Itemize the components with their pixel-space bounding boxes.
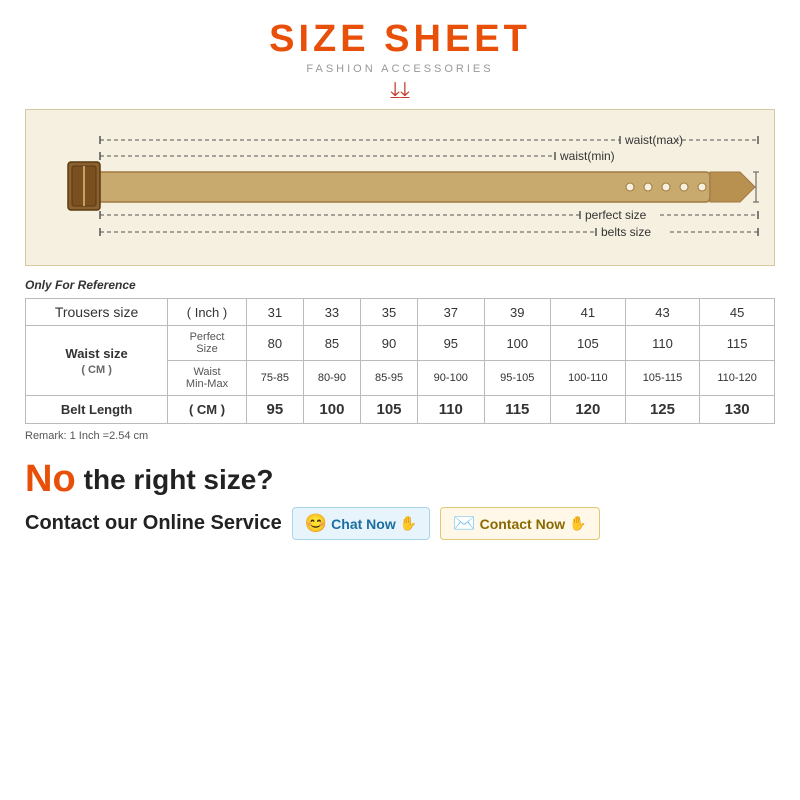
remark-text: Remark: 1 Inch =2.54 cm (25, 430, 775, 442)
chat-icon: 😊 (305, 513, 327, 534)
size-31: 31 (246, 299, 303, 326)
page-title: SIZE SHEET (269, 18, 531, 61)
belt-130: 130 (700, 396, 775, 424)
belt-110: 110 (418, 396, 484, 424)
chat-btn-label: Chat Now (331, 516, 396, 532)
perfect-100: 100 (484, 326, 550, 361)
trousers-header: Trousers size (26, 299, 168, 326)
minmax-100-110: 100-110 (551, 361, 626, 396)
perfect-85: 85 (303, 326, 360, 361)
inch-header: ( Inch ) (168, 299, 247, 326)
table-header-row: Trousers size ( Inch ) 31 33 35 37 39 41… (26, 299, 775, 326)
perfect-size-row: Waist size( CM ) PerfectSize 80 85 90 95… (26, 326, 775, 361)
no-text: No (25, 458, 76, 501)
hand-icon: ✋ (400, 515, 417, 532)
belt-115: 115 (484, 396, 550, 424)
size-table: Trousers size ( Inch ) 31 33 35 37 39 41… (25, 298, 775, 424)
contact-btn-label: Contact Now (480, 516, 566, 532)
size-35: 35 (360, 299, 417, 326)
page-subtitle: FASHION ACCESSORIES (306, 63, 493, 75)
perfect-label: PerfectSize (168, 326, 247, 361)
size-43: 43 (625, 299, 700, 326)
belt-diagram: waist(max) waist(min) perfect size belts… (25, 109, 775, 266)
minmax-95-105: 95-105 (484, 361, 550, 396)
minmax-105-115: 105-115 (625, 361, 700, 396)
size-41: 41 (551, 299, 626, 326)
email-icon: ✉️ (453, 513, 475, 534)
svg-text:belts size: belts size (601, 225, 651, 239)
contact-line: Contact our Online Service 😊 Chat Now ✋ … (25, 507, 600, 540)
minmax-85-95: 85-95 (360, 361, 417, 396)
waist-label: Waist size( CM ) (26, 326, 168, 396)
reference-note: Only For Reference (25, 278, 775, 292)
perfect-95: 95 (418, 326, 484, 361)
no-section: No the right size? Contact our Online Se… (25, 458, 775, 540)
contact-now-button[interactable]: ✉️ Contact Now ✋ (440, 507, 599, 540)
minmax-80-90: 80-90 (303, 361, 360, 396)
perfect-80: 80 (246, 326, 303, 361)
minmax-90-100: 90-100 (418, 361, 484, 396)
minmax-75-85: 75-85 (246, 361, 303, 396)
no-line: No the right size? (25, 458, 273, 501)
svg-text:waist(min): waist(min) (559, 149, 615, 163)
contact-label: Contact our Online Service (25, 512, 282, 535)
hand2-icon: ✋ (569, 515, 586, 532)
svg-text:perfect size: perfect size (585, 208, 647, 222)
belt-95: 95 (246, 396, 303, 424)
svg-text:waist(max): waist(max) (624, 133, 683, 147)
minmax-110-120: 110-120 (700, 361, 775, 396)
belt-label: Belt Length (26, 396, 168, 424)
size-39: 39 (484, 299, 550, 326)
minmax-label: WaistMin-Max (168, 361, 247, 396)
belt-length-row: Belt Length ( CM ) 95 100 105 110 115 12… (26, 396, 775, 424)
chat-now-button[interactable]: 😊 Chat Now ✋ (292, 507, 430, 540)
perfect-105: 105 (551, 326, 626, 361)
perfect-90: 90 (360, 326, 417, 361)
chevron-icon: ⤓⤓ (390, 79, 409, 101)
right-size-text: the right size? (84, 464, 274, 496)
belt-120: 120 (551, 396, 626, 424)
size-37: 37 (418, 299, 484, 326)
belt-100: 100 (303, 396, 360, 424)
perfect-115: 115 (700, 326, 775, 361)
svg-text:width: width (759, 181, 760, 193)
perfect-110: 110 (625, 326, 700, 361)
belt-105: 105 (360, 396, 417, 424)
belt-125: 125 (625, 396, 700, 424)
size-45: 45 (700, 299, 775, 326)
size-33: 33 (303, 299, 360, 326)
belt-unit: ( CM ) (168, 396, 247, 424)
